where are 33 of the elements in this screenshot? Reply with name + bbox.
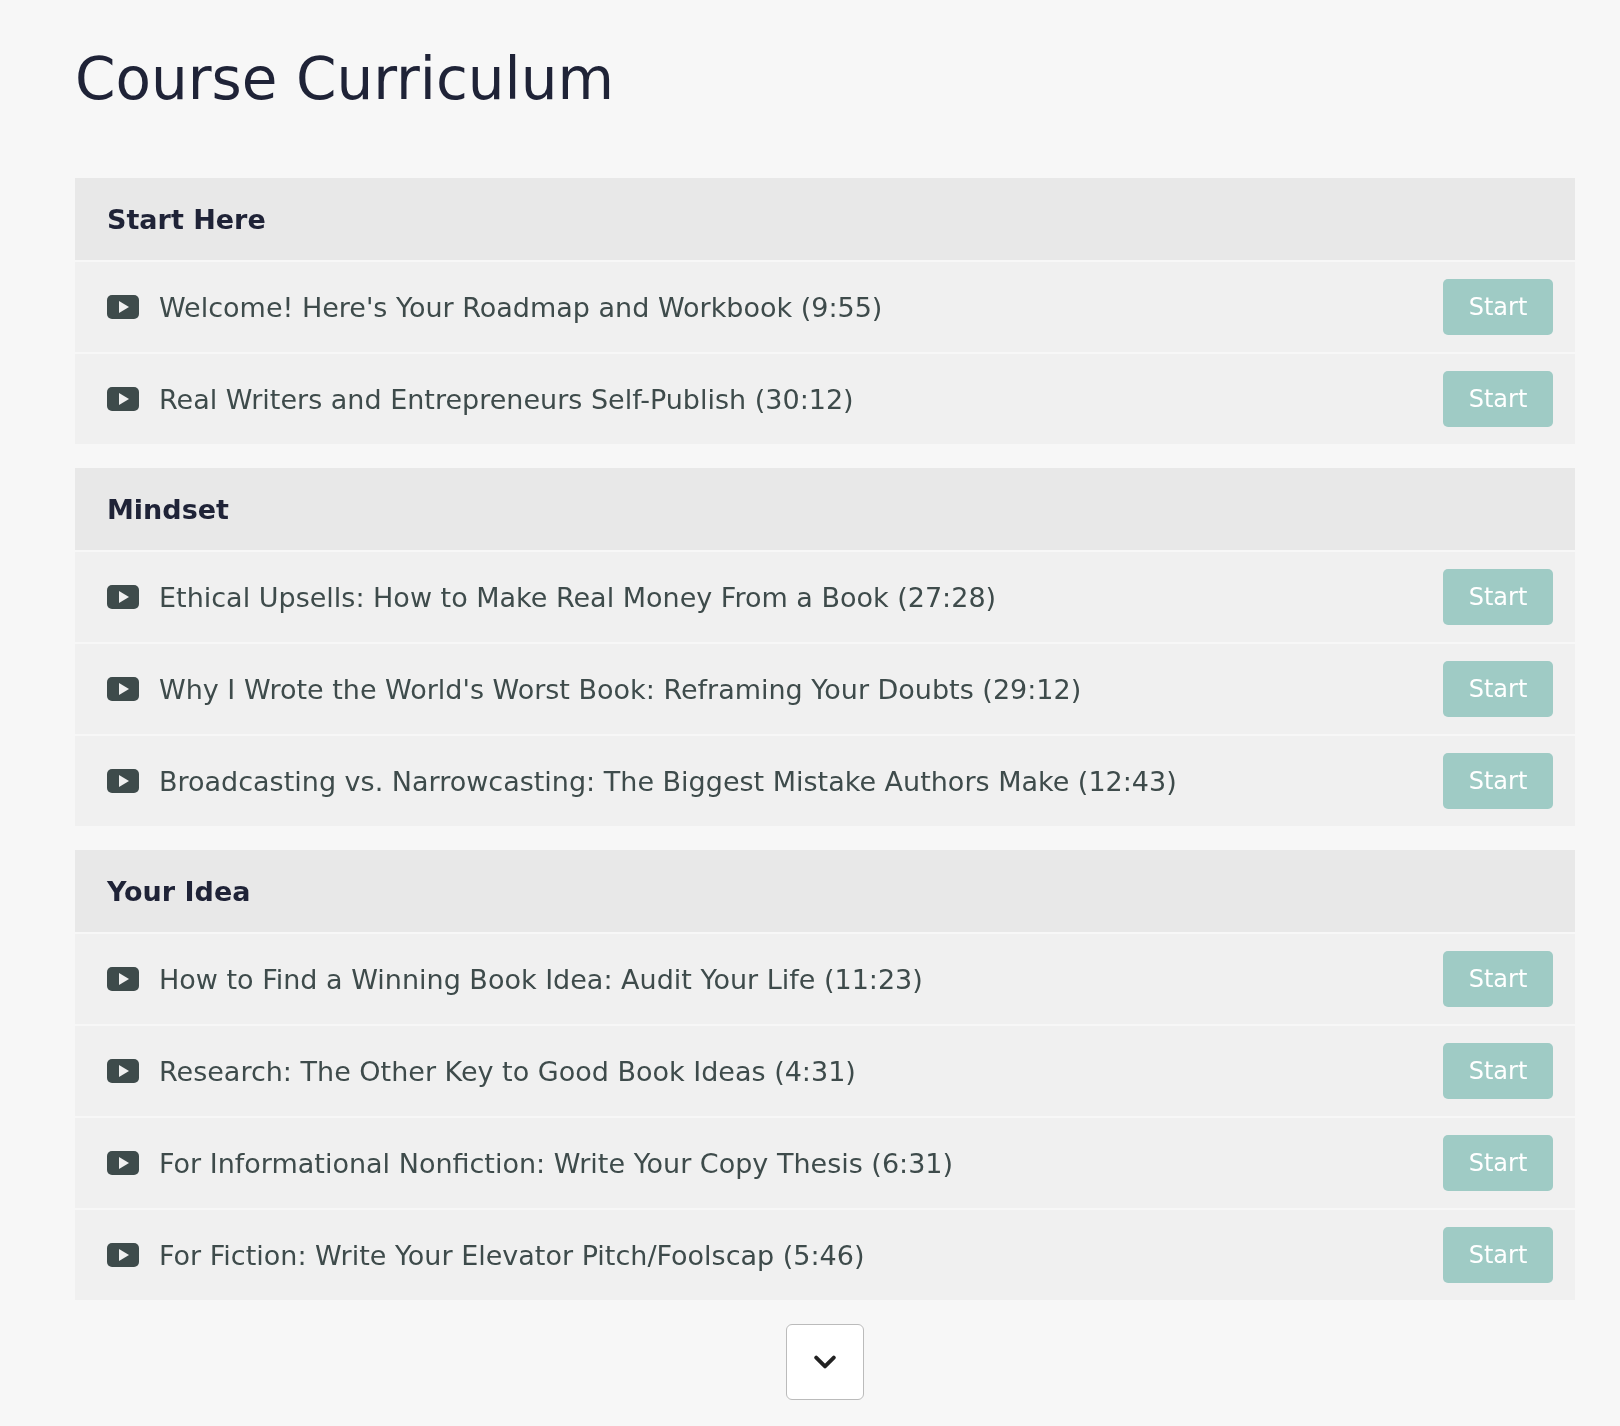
lesson-title: Broadcasting vs. Narrowcasting: The Biggest Mistake Authors Make (12:43) xyxy=(159,765,1178,797)
lesson-row[interactable]: How to Find a Winning Book Idea: Audit Your Life (11:23) Start xyxy=(75,934,1575,1026)
video-play-icon xyxy=(107,677,139,701)
lesson-title: Welcome! Here's Your Roadmap and Workbook (9:55) xyxy=(159,291,884,323)
expand-more-button[interactable] xyxy=(786,1324,864,1400)
video-play-icon xyxy=(107,1243,139,1267)
lesson-row[interactable]: Real Writers and Entrepreneurs Self-Publish (30:12) Start xyxy=(75,354,1575,446)
lesson-row[interactable]: Broadcasting vs. Narrowcasting: The Biggest Mistake Authors Make (12:43) Start xyxy=(75,736,1575,828)
lesson-title: Why I Wrote the World's Worst Book: Reframing Your Doubts (29:12) xyxy=(159,673,1083,705)
lesson-row[interactable]: For Fiction: Write Your Elevator Pitch/Foolscap (5:46) Start xyxy=(75,1210,1575,1302)
lesson-title: For Informational Nonfiction: Write Your Copy Thesis (6:31) xyxy=(159,1147,955,1179)
lesson-row[interactable]: Research: The Other Key to Good Book Ideas (4:31) Start xyxy=(75,1026,1575,1118)
section-header: Start Here xyxy=(75,178,1575,262)
lesson-row[interactable]: Why I Wrote the World's Worst Book: Reframing Your Doubts (29:12) Start xyxy=(75,644,1575,736)
lesson-title: How to Find a Winning Book Idea: Audit Your Life (11:23) xyxy=(159,963,924,995)
section-header: Your Idea xyxy=(75,850,1575,934)
lesson-title: Real Writers and Entrepreneurs Self-Publish (30:12) xyxy=(159,383,855,415)
section-header: Mindset xyxy=(75,468,1575,552)
page-title: Course Curriculum xyxy=(75,44,615,114)
video-play-icon xyxy=(107,585,139,609)
lesson-title: Ethical Upsells: How to Make Real Money From a Book (27:28) xyxy=(159,581,998,613)
lesson-row[interactable]: For Informational Nonfiction: Write Your Copy Thesis (6:31) Start xyxy=(75,1118,1575,1210)
lesson-row[interactable]: Welcome! Here's Your Roadmap and Workbook (9:55) Start xyxy=(75,262,1575,354)
video-play-icon xyxy=(107,967,139,991)
video-play-icon xyxy=(107,387,139,411)
video-play-icon xyxy=(107,769,139,793)
chevron-down-icon xyxy=(814,1355,836,1369)
video-play-icon xyxy=(107,1059,139,1083)
video-play-icon xyxy=(107,295,139,319)
lesson-title: For Fiction: Write Your Elevator Pitch/Foolscap (5:46) xyxy=(159,1239,866,1271)
lesson-title: Research: The Other Key to Good Book Ideas (4:31) xyxy=(159,1055,857,1087)
lesson-row[interactable]: Ethical Upsells: How to Make Real Money From a Book (27:28) Start xyxy=(75,552,1575,644)
video-play-icon xyxy=(107,1151,139,1175)
